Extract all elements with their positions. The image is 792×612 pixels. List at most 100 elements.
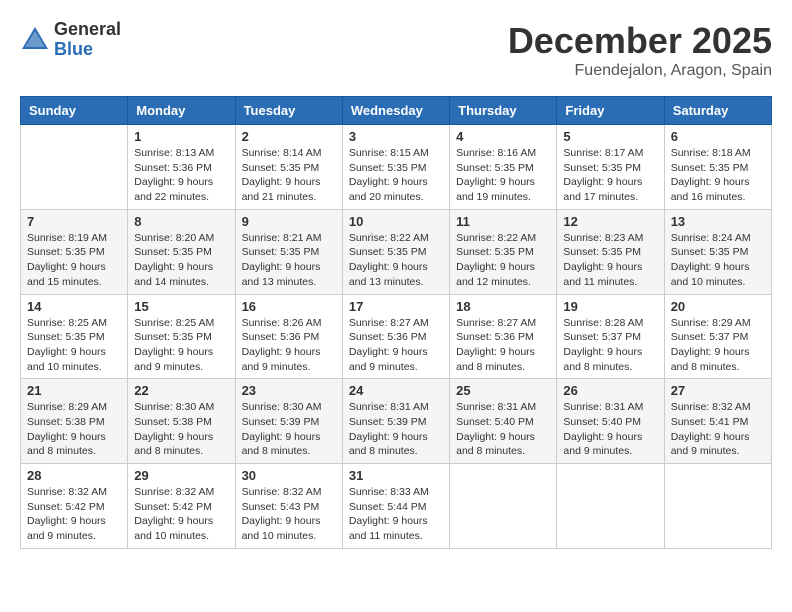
- calendar-cell: [557, 464, 664, 549]
- day-info: Sunrise: 8:32 AM Sunset: 5:42 PM Dayligh…: [27, 485, 121, 544]
- day-info: Sunrise: 8:20 AM Sunset: 5:35 PM Dayligh…: [134, 231, 228, 290]
- logo-blue: Blue: [54, 40, 121, 60]
- day-info: Sunrise: 8:31 AM Sunset: 5:40 PM Dayligh…: [456, 400, 550, 459]
- logo-general: General: [54, 20, 121, 40]
- day-number: 4: [456, 129, 550, 144]
- calendar-cell: 9 Sunrise: 8:21 AM Sunset: 5:35 PM Daylig…: [235, 209, 342, 294]
- day-number: 29: [134, 468, 228, 483]
- day-number: 9: [242, 214, 336, 229]
- weekday-header: Thursday: [450, 97, 557, 125]
- weekday-header: Sunday: [21, 97, 128, 125]
- logo-icon: [20, 25, 50, 55]
- logo-text: General Blue: [54, 20, 121, 60]
- day-info: Sunrise: 8:32 AM Sunset: 5:43 PM Dayligh…: [242, 485, 336, 544]
- calendar-cell: 14 Sunrise: 8:25 AM Sunset: 5:35 PM Dayli…: [21, 294, 128, 379]
- day-number: 26: [563, 383, 657, 398]
- day-number: 22: [134, 383, 228, 398]
- calendar-cell: [450, 464, 557, 549]
- calendar-cell: 7 Sunrise: 8:19 AM Sunset: 5:35 PM Daylig…: [21, 209, 128, 294]
- day-info: Sunrise: 8:30 AM Sunset: 5:39 PM Dayligh…: [242, 400, 336, 459]
- day-info: Sunrise: 8:14 AM Sunset: 5:35 PM Dayligh…: [242, 146, 336, 205]
- location: Fuendejalon, Aragon, Spain: [508, 62, 772, 80]
- calendar-cell: 16 Sunrise: 8:26 AM Sunset: 5:36 PM Dayli…: [235, 294, 342, 379]
- calendar-cell: 30 Sunrise: 8:32 AM Sunset: 5:43 PM Dayli…: [235, 464, 342, 549]
- day-info: Sunrise: 8:33 AM Sunset: 5:44 PM Dayligh…: [349, 485, 443, 544]
- day-number: 16: [242, 299, 336, 314]
- day-info: Sunrise: 8:19 AM Sunset: 5:35 PM Dayligh…: [27, 231, 121, 290]
- title-block: December 2025 Fuendejalon, Aragon, Spain: [508, 20, 772, 80]
- calendar-cell: 15Sunrise: 8:25 AM Sunset: 5:35 PM Dayli…: [128, 294, 235, 379]
- calendar-week-row: 1 Sunrise: 8:13 AM Sunset: 5:36 PM Daylig…: [21, 125, 772, 210]
- day-info: Sunrise: 8:23 AM Sunset: 5:35 PM Dayligh…: [563, 231, 657, 290]
- page-header: General Blue December 2025 Fuendejalon, …: [20, 20, 772, 80]
- day-number: 21: [27, 383, 121, 398]
- calendar-cell: 12 Sunrise: 8:23 AM Sunset: 5:35 PM Dayli…: [557, 209, 664, 294]
- day-number: 7: [27, 214, 121, 229]
- day-number: 27: [671, 383, 765, 398]
- day-number: 28: [27, 468, 121, 483]
- day-number: 15: [134, 299, 228, 314]
- day-number: 10: [349, 214, 443, 229]
- calendar-week-row: 21 Sunrise: 8:29 AM Sunset: 5:38 PM Dayli…: [21, 379, 772, 464]
- day-number: 24: [349, 383, 443, 398]
- day-number: 17: [349, 299, 443, 314]
- weekday-header: Friday: [557, 97, 664, 125]
- calendar-cell: 20 Sunrise: 8:29 AM Sunset: 5:37 PM Dayli…: [664, 294, 771, 379]
- day-number: 31: [349, 468, 443, 483]
- calendar-cell: 28 Sunrise: 8:32 AM Sunset: 5:42 PM Dayli…: [21, 464, 128, 549]
- day-info: Sunrise: 8:29 AM Sunset: 5:37 PM Dayligh…: [671, 316, 765, 375]
- day-number: 23: [242, 383, 336, 398]
- calendar-cell: 11 Sunrise: 8:22 AM Sunset: 5:35 PM Dayli…: [450, 209, 557, 294]
- day-info: Sunrise: 8:16 AM Sunset: 5:35 PM Dayligh…: [456, 146, 550, 205]
- calendar-cell: [21, 125, 128, 210]
- day-info: Sunrise: 8:17 AM Sunset: 5:35 PM Dayligh…: [563, 146, 657, 205]
- day-number: 11: [456, 214, 550, 229]
- day-info: Sunrise: 8:31 AM Sunset: 5:39 PM Dayligh…: [349, 400, 443, 459]
- calendar-cell: 8 Sunrise: 8:20 AM Sunset: 5:35 PM Daylig…: [128, 209, 235, 294]
- day-number: 8: [134, 214, 228, 229]
- calendar-cell: 10Sunrise: 8:22 AM Sunset: 5:35 PM Dayli…: [342, 209, 449, 294]
- day-number: 25: [456, 383, 550, 398]
- day-info: Sunrise: 8:27 AM Sunset: 5:36 PM Dayligh…: [349, 316, 443, 375]
- day-info: Sunrise: 8:27 AM Sunset: 5:36 PM Dayligh…: [456, 316, 550, 375]
- day-info: Sunrise: 8:32 AM Sunset: 5:42 PM Dayligh…: [134, 485, 228, 544]
- day-number: 20: [671, 299, 765, 314]
- calendar-cell: 29 Sunrise: 8:32 AM Sunset: 5:42 PM Dayli…: [128, 464, 235, 549]
- day-info: Sunrise: 8:26 AM Sunset: 5:36 PM Dayligh…: [242, 316, 336, 375]
- calendar-cell: 23 Sunrise: 8:30 AM Sunset: 5:39 PM Dayli…: [235, 379, 342, 464]
- day-info: Sunrise: 8:30 AM Sunset: 5:38 PM Dayligh…: [134, 400, 228, 459]
- day-info: Sunrise: 8:15 AM Sunset: 5:35 PM Dayligh…: [349, 146, 443, 205]
- calendar-cell: 21 Sunrise: 8:29 AM Sunset: 5:38 PM Dayli…: [21, 379, 128, 464]
- calendar-cell: 18Sunrise: 8:27 AM Sunset: 5:36 PM Dayli…: [450, 294, 557, 379]
- calendar-week-row: 14 Sunrise: 8:25 AM Sunset: 5:35 PM Dayli…: [21, 294, 772, 379]
- day-info: Sunrise: 8:21 AM Sunset: 5:35 PM Dayligh…: [242, 231, 336, 290]
- day-number: 2: [242, 129, 336, 144]
- day-info: Sunrise: 8:13 AM Sunset: 5:36 PM Dayligh…: [134, 146, 228, 205]
- weekday-header: Tuesday: [235, 97, 342, 125]
- calendar-cell: 17 Sunrise: 8:27 AM Sunset: 5:36 PM Dayli…: [342, 294, 449, 379]
- calendar-week-row: 28 Sunrise: 8:32 AM Sunset: 5:42 PM Dayli…: [21, 464, 772, 549]
- day-info: Sunrise: 8:29 AM Sunset: 5:38 PM Dayligh…: [27, 400, 121, 459]
- weekday-header: Saturday: [664, 97, 771, 125]
- day-number: 1: [134, 129, 228, 144]
- day-info: Sunrise: 8:24 AM Sunset: 5:35 PM Dayligh…: [671, 231, 765, 290]
- calendar-cell: 26Sunrise: 8:31 AM Sunset: 5:40 PM Dayli…: [557, 379, 664, 464]
- calendar-cell: 13 Sunrise: 8:24 AM Sunset: 5:35 PM Dayli…: [664, 209, 771, 294]
- day-info: Sunrise: 8:18 AM Sunset: 5:35 PM Dayligh…: [671, 146, 765, 205]
- day-number: 12: [563, 214, 657, 229]
- calendar-cell: 5Sunrise: 8:17 AM Sunset: 5:35 PM Daylig…: [557, 125, 664, 210]
- calendar-cell: 3 Sunrise: 8:15 AM Sunset: 5:35 PM Daylig…: [342, 125, 449, 210]
- day-info: Sunrise: 8:25 AM Sunset: 5:35 PM Dayligh…: [27, 316, 121, 375]
- calendar-cell: [664, 464, 771, 549]
- calendar-cell: 22 Sunrise: 8:30 AM Sunset: 5:38 PM Dayli…: [128, 379, 235, 464]
- day-number: 14: [27, 299, 121, 314]
- weekday-header: Monday: [128, 97, 235, 125]
- day-info: Sunrise: 8:22 AM Sunset: 5:35 PM Dayligh…: [456, 231, 550, 290]
- day-number: 30: [242, 468, 336, 483]
- day-info: Sunrise: 8:28 AM Sunset: 5:37 PM Dayligh…: [563, 316, 657, 375]
- calendar-cell: 19Sunrise: 8:28 AM Sunset: 5:37 PM Dayli…: [557, 294, 664, 379]
- day-number: 13: [671, 214, 765, 229]
- calendar-cell: 24 Sunrise: 8:31 AM Sunset: 5:39 PM Dayli…: [342, 379, 449, 464]
- day-number: 3: [349, 129, 443, 144]
- calendar-table: SundayMondayTuesdayWednesdayThursdayFrid…: [20, 96, 772, 549]
